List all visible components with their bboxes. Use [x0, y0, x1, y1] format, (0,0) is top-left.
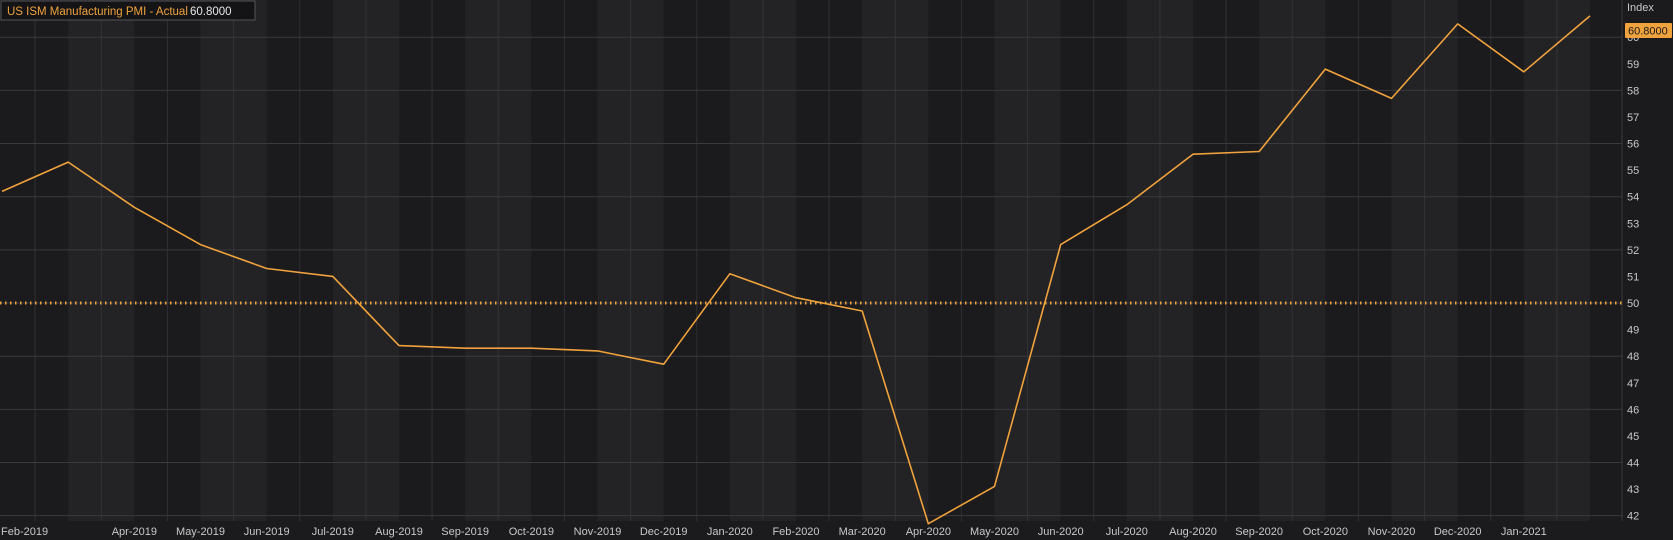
- x-tick-label: May-2020: [970, 526, 1019, 538]
- x-tick-label: Dec-2020: [1434, 526, 1482, 538]
- y-tick-label: 42: [1627, 511, 1639, 523]
- x-tick-label: Aug-2020: [1169, 526, 1217, 538]
- y-tick-label: 48: [1627, 351, 1639, 363]
- x-tick-label: Aug-2019: [375, 526, 423, 538]
- x-tick-label: Apr-2020: [906, 526, 951, 538]
- legend-value-label: 60.8000: [190, 6, 232, 18]
- pmi-line-chart: 42434445464748495051525354555657585960 F…: [0, 0, 1672, 538]
- y-tick-label: 56: [1627, 139, 1639, 151]
- y-tick-label: 54: [1627, 192, 1639, 204]
- x-tick-label: Jul-2019: [312, 526, 354, 538]
- y-tick-label: 57: [1627, 112, 1639, 124]
- y-tick-label: 47: [1627, 378, 1639, 390]
- x-tick-label: Feb-2020: [772, 526, 819, 538]
- last-value-badge: 60.8000: [1625, 23, 1672, 38]
- y-tick-label: 45: [1627, 431, 1639, 443]
- x-tick-label: Mar-2020: [839, 526, 886, 538]
- y-tick-labels: 42434445464748495051525354555657585960: [1627, 32, 1639, 522]
- x-tick-labels: Feb-2019 Apr-2019 May-2019 Jun-2019 Jul-2019…: [1, 526, 1547, 538]
- y-tick-label: 58: [1627, 85, 1639, 97]
- y-tick-label: 52: [1627, 245, 1639, 257]
- y-tick-label: 50: [1627, 298, 1639, 310]
- x-tick-label: Sep-2019: [441, 526, 489, 538]
- x-tick-label: Sep-2020: [1235, 526, 1283, 538]
- y-tick-label: 46: [1627, 404, 1639, 416]
- y-tick-label: 44: [1627, 458, 1639, 470]
- y-tick-label: 53: [1627, 218, 1639, 230]
- x-tick-label: Nov-2020: [1368, 526, 1416, 538]
- x-tick-label: May-2019: [176, 526, 225, 538]
- x-tick-label: Oct-2020: [1303, 526, 1348, 538]
- x-tick-label: Jun-2019: [244, 526, 290, 538]
- legend-box: US ISM Manufacturing PMI - Actual 60.800…: [0, 0, 256, 21]
- x-tick-label: Oct-2019: [509, 526, 554, 538]
- x-tick-label: Jul-2020: [1106, 526, 1148, 538]
- vertical-gridlines: [34, 0, 1623, 521]
- last-value-badge-text: 60.8000: [1628, 26, 1668, 38]
- y-tick-label: 51: [1627, 271, 1639, 283]
- y-tick-label: 55: [1627, 165, 1639, 177]
- x-tick-label: Jan-2020: [707, 526, 753, 538]
- x-tick-label: Dec-2019: [640, 526, 688, 538]
- legend-series-label: US ISM Manufacturing PMI - Actual: [7, 6, 188, 18]
- y-tick-label: 59: [1627, 59, 1639, 71]
- x-tick-label: Jun-2020: [1038, 526, 1084, 538]
- x-tick-label: Nov-2019: [574, 526, 622, 538]
- x-tick-label: Feb-2019: [1, 526, 48, 538]
- y-tick-label: 49: [1627, 325, 1639, 337]
- x-tick-label: Apr-2019: [112, 526, 157, 538]
- x-tick-label: Jan-2021: [1501, 526, 1547, 538]
- y-axis-unit-label: Index: [1627, 2, 1654, 14]
- y-tick-label: 43: [1627, 484, 1639, 496]
